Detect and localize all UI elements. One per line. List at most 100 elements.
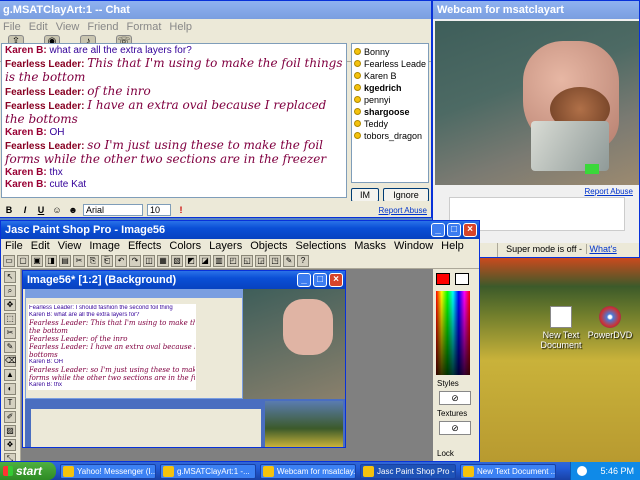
minimize-icon[interactable]: _: [431, 223, 445, 237]
italic-button[interactable]: I: [19, 204, 31, 216]
psp-menu-colors[interactable]: Colors: [169, 240, 201, 252]
new-icon[interactable]: ▭: [3, 254, 15, 267]
ignore-user-button[interactable]: Ignore User: [383, 188, 429, 212]
color-palette[interactable]: [436, 291, 470, 375]
chat-menu-edit[interactable]: Edit: [29, 21, 48, 33]
desktop-icon-new-text-document[interactable]: New Text Document: [533, 306, 589, 350]
pen-tool-icon[interactable]: ✐: [4, 411, 16, 423]
im-button[interactable]: IM: [351, 188, 379, 202]
paste-icon[interactable]: ⎗: [101, 254, 113, 267]
help-icon[interactable]: ?: [297, 254, 309, 267]
mover-tool-icon[interactable]: ✥: [4, 299, 16, 311]
taskbar-task-button[interactable]: Webcam for msatclay...: [260, 463, 356, 479]
buddy-list-item[interactable]: Fearless Leader: [354, 58, 426, 70]
print-icon[interactable]: ◨: [45, 254, 57, 267]
webcam-title-bar[interactable]: Webcam for msatclayart: [433, 1, 639, 19]
cut-icon[interactable]: ✂: [73, 254, 85, 267]
eraser-tool-icon[interactable]: ⌫: [4, 355, 16, 367]
chat-menu-view[interactable]: View: [56, 21, 80, 33]
scan-icon[interactable]: ▤: [59, 254, 71, 267]
chat-menu-format[interactable]: Format: [127, 21, 162, 33]
image56-title-bar[interactable]: Image56* [1:2] (Background) _ □ ×: [23, 271, 345, 289]
psp-title-bar[interactable]: Jasc Paint Shop Pro - Image56 _ □ ×: [1, 221, 479, 239]
deform-tool-icon[interactable]: ⤡: [4, 453, 16, 461]
buddy-list-item[interactable]: kgedrich: [354, 82, 426, 94]
browse-icon[interactable]: ◫: [143, 254, 155, 267]
psp-menu-help[interactable]: Help: [441, 240, 464, 252]
buddy-list-item[interactable]: Bonny: [354, 46, 426, 58]
maximize-icon[interactable]: □: [313, 273, 327, 287]
chat-report-abuse-link[interactable]: Report Abuse: [379, 206, 427, 215]
psp-menu-selections[interactable]: Selections: [296, 240, 347, 252]
paintbrush-tool-icon[interactable]: ✎: [4, 341, 16, 353]
chat-menu-file[interactable]: File: [3, 21, 21, 33]
image56-canvas[interactable]: Fearless Leader: I should fashion the se…: [25, 289, 345, 447]
zoom-tool-icon[interactable]: ⌕: [4, 285, 16, 297]
dodge-tool-icon[interactable]: ◐: [4, 383, 16, 395]
psp-menu-window[interactable]: Window: [394, 240, 433, 252]
buddy-list-item[interactable]: Karen B: [354, 70, 426, 82]
open-icon[interactable]: ▢: [17, 254, 29, 267]
buddy-list[interactable]: Bonny Fearless Leader Karen B kgedrich penny…: [351, 43, 429, 183]
chat-title-bar[interactable]: g.MSATClayArt:1 -- Chat: [0, 1, 431, 19]
smiley-icon[interactable]: ☺: [51, 204, 63, 216]
edit-icon[interactable]: ✎: [283, 254, 295, 267]
crop-tool-icon[interactable]: ✂: [4, 327, 16, 339]
taskbar-task-button[interactable]: New Text Document ...: [460, 463, 556, 479]
styles-box[interactable]: ⊘: [439, 391, 471, 405]
chat-menu-help[interactable]: Help: [169, 21, 192, 33]
underline-button[interactable]: U: [35, 204, 47, 216]
record-icon[interactable]: ◲: [255, 254, 267, 267]
psp-menu-image[interactable]: Image: [89, 240, 120, 252]
font-name-select[interactable]: Arial: [83, 203, 143, 216]
script-icon[interactable]: ◱: [241, 254, 253, 267]
taskbar-task-button[interactable]: Jasc Paint Shop Pro -...: [360, 463, 456, 479]
buddy-list-item[interactable]: shargoose: [354, 106, 426, 118]
alert-icon[interactable]: !: [175, 204, 187, 216]
taskbar-task-button[interactable]: Yahoo! Messenger (I...: [60, 463, 156, 479]
copy-icon[interactable]: ⎘: [87, 254, 99, 267]
grid-icon[interactable]: ▦: [157, 254, 169, 267]
arrow-tool-icon[interactable]: ↖: [4, 271, 16, 283]
save-icon[interactable]: ▣: [31, 254, 43, 267]
psp-menu-file[interactable]: File: [5, 240, 23, 252]
emoticon-icon[interactable]: ☻: [67, 204, 79, 216]
start-button[interactable]: start: [0, 462, 56, 480]
text-tool-icon[interactable]: T: [4, 397, 16, 409]
retouch-tool-icon[interactable]: ❖: [4, 439, 16, 451]
psp-menu-edit[interactable]: Edit: [31, 240, 50, 252]
tool-options-icon[interactable]: ◰: [227, 254, 239, 267]
shape-tool-icon[interactable]: ▲: [4, 369, 16, 381]
overview-icon[interactable]: ◩: [185, 254, 197, 267]
close-icon[interactable]: ×: [463, 223, 477, 237]
chat-window[interactable]: g.MSATClayArt:1 -- Chat File Edit View Frie…: [0, 0, 432, 218]
buddy-list-item[interactable]: tobors_dragon: [354, 130, 426, 142]
psp-menu-view[interactable]: View: [58, 240, 82, 252]
background-swatch[interactable]: [455, 273, 469, 285]
psp-menu-masks[interactable]: Masks: [354, 240, 386, 252]
layers-icon[interactable]: ▧: [171, 254, 183, 267]
run-icon[interactable]: ◳: [269, 254, 281, 267]
undo-icon[interactable]: ↶: [115, 254, 127, 267]
foreground-swatch[interactable]: [436, 273, 450, 285]
buddy-list-item[interactable]: Teddy: [354, 118, 426, 130]
fill-tool-icon[interactable]: ▨: [4, 425, 16, 437]
bold-button[interactable]: B: [3, 204, 15, 216]
chat-menu-friend[interactable]: Friend: [87, 21, 118, 33]
desktop-icon-powerdvd[interactable]: PowerDVD: [582, 306, 638, 340]
palette-icon[interactable]: ▥: [213, 254, 225, 267]
minimize-icon[interactable]: _: [297, 273, 311, 287]
maximize-icon[interactable]: □: [447, 223, 461, 237]
psp-menu-objects[interactable]: Objects: [250, 240, 287, 252]
tray-icon[interactable]: [577, 466, 587, 476]
image56-window[interactable]: Image56* [1:2] (Background) _ □ × Fearle…: [22, 270, 346, 448]
histogram-icon[interactable]: ◪: [199, 254, 211, 267]
selection-tool-icon[interactable]: ⬚: [4, 313, 16, 325]
close-icon[interactable]: ×: [329, 273, 343, 287]
taskbar-task-button[interactable]: g.MSATClayArt:1 -...: [160, 463, 256, 479]
webcam-report-abuse-link[interactable]: Report Abuse: [585, 187, 633, 196]
textures-box[interactable]: ⊘: [439, 421, 471, 435]
buddy-list-item[interactable]: pennyi: [354, 94, 426, 106]
redo-icon[interactable]: ↷: [129, 254, 141, 267]
font-size-select[interactable]: 10: [147, 203, 171, 216]
